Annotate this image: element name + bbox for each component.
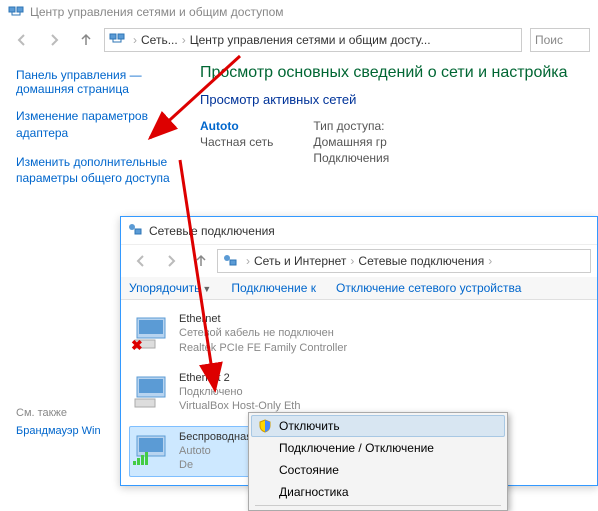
shield-icon [258, 419, 272, 436]
network-icon [109, 31, 125, 50]
homegroup-label: Домашняя гр [313, 135, 389, 149]
section-title: Просмотр активных сетей [200, 92, 598, 107]
menu-item-disable[interactable]: Отключить [251, 415, 505, 437]
adapter-icon [133, 371, 173, 411]
menu-label: Подключение / Отключение [279, 441, 434, 455]
access-type-label: Тип доступа: [313, 119, 389, 133]
up-button[interactable] [72, 28, 100, 52]
context-menu: Отключить Подключение / Отключение Состо… [248, 412, 508, 511]
address-box[interactable]: › Сеть... › Центр управления сетями и об… [104, 28, 522, 52]
search-input[interactable]: Поис [530, 28, 590, 52]
menu-separator [255, 505, 501, 506]
main-addressbar: › Сеть... › Центр управления сетями и об… [0, 24, 598, 56]
connections-label: Подключения [313, 151, 389, 165]
menu-item-connect[interactable]: Подключение / Отключение [251, 437, 505, 459]
win2-address-box[interactable]: › Сеть и Интернет › Сетевые подключения … [217, 249, 591, 273]
adapter-icon: ✖ [133, 312, 173, 352]
link-adapter-settings[interactable]: Изменение параметров адаптера [16, 108, 180, 142]
breadcrumb-net-internet[interactable]: Сеть и Интернет [254, 254, 346, 268]
menu-label: Состояние [279, 463, 339, 477]
network-info: Autoto Частная сеть Тип доступа: Домашня… [200, 119, 598, 167]
folder-icon [127, 221, 143, 240]
page-title: Просмотр основных сведений о сети и наст… [200, 64, 598, 82]
menu-item-diagnostics[interactable]: Диагностика [251, 481, 505, 503]
network-type: Частная сеть [200, 135, 273, 149]
network-right: Тип доступа: Домашняя гр Подключения [313, 119, 389, 167]
adapter-name: Ethernet [179, 312, 347, 326]
folder-icon [222, 252, 238, 271]
adapter-icon [133, 430, 173, 470]
up-button[interactable] [187, 249, 215, 273]
search-placeholder: Поис [535, 33, 563, 47]
adapter-ethernet[interactable]: ✖ Ethernet Сетевой кабель не подключен R… [129, 308, 359, 359]
toolbar-connect[interactable]: Подключение к [231, 281, 316, 295]
chevron-right-icon: › [350, 254, 354, 268]
adapter-device: Realtek PCIe FE Family Controller [179, 341, 347, 355]
network-icon [8, 4, 24, 20]
chevron-right-icon: › [133, 33, 137, 47]
menu-label: Диагностика [279, 485, 349, 499]
toolbar-organize[interactable]: Упорядочить▼ [129, 281, 211, 295]
breadcrumb-network[interactable]: Сеть... [141, 33, 178, 47]
signal-icon [133, 451, 151, 470]
menu-label: Отключить [279, 419, 340, 433]
win2-toolbar: Упорядочить▼ Подключение к Отключение се… [121, 277, 597, 300]
adapter-ethernet2[interactable]: Ethernet 2 Подключено VirtualBox Host-On… [129, 367, 359, 418]
back-button[interactable] [127, 249, 155, 273]
chevron-right-icon: › [182, 33, 186, 47]
menu-item-status[interactable]: Состояние [251, 459, 505, 481]
chevron-right-icon: › [488, 254, 492, 268]
window-title: Центр управления сетями и общим доступом [30, 5, 284, 19]
back-button[interactable] [8, 28, 36, 52]
forward-button[interactable] [157, 249, 185, 273]
adapter-name: Ethernet 2 [179, 371, 300, 385]
network-left: Autoto Частная сеть [200, 119, 273, 167]
adapter-status: Сетевой кабель не подключен [179, 326, 347, 340]
breadcrumb-net-conn[interactable]: Сетевые подключения [358, 254, 484, 268]
breadcrumb-center[interactable]: Центр управления сетями и общим досту... [190, 33, 431, 47]
toolbar-disable[interactable]: Отключение сетевого устройства [336, 281, 521, 295]
error-icon: ✖ [131, 337, 143, 354]
main-titlebar: Центр управления сетями и общим доступом [0, 0, 598, 24]
win2-title: Сетевые подключения [149, 224, 275, 238]
sidebar-heading[interactable]: Панель управления — домашняя страница [16, 68, 180, 96]
chevron-right-icon: › [246, 254, 250, 268]
chevron-down-icon: ▼ [202, 284, 211, 294]
win2-addressbar: › Сеть и Интернет › Сетевые подключения … [121, 245, 597, 277]
win2-titlebar: Сетевые подключения [121, 217, 597, 245]
adapter-status: Подключено [179, 385, 300, 399]
network-name[interactable]: Autoto [200, 119, 273, 133]
forward-button[interactable] [40, 28, 68, 52]
link-advanced-sharing[interactable]: Изменить дополнительные параметры общего… [16, 154, 180, 188]
